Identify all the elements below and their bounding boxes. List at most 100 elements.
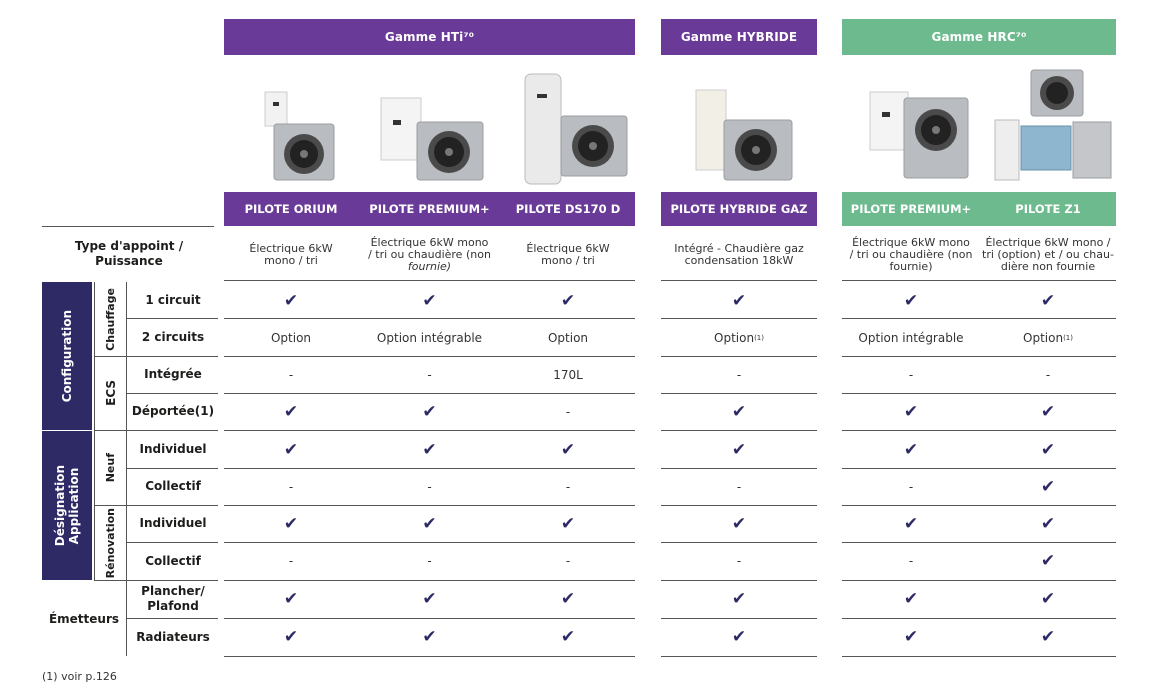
check-icon: ✔: [358, 431, 501, 468]
cell-value: Option (1): [1023, 330, 1073, 345]
appoint-line: mono / tri: [264, 254, 318, 267]
divider: [842, 280, 1116, 281]
check-icon-glyph: ✔: [903, 589, 919, 609]
divider: [94, 580, 218, 581]
check-icon-glyph: ✔: [903, 439, 919, 460]
check-icon-glyph: ✔: [283, 439, 299, 460]
cell-value: -: [908, 479, 914, 494]
check-icon-glyph: ✔: [283, 290, 299, 311]
cell-value: -: [565, 554, 571, 568]
subgroup-neuf-label: Neuf: [104, 453, 117, 483]
row-label: Individuel: [139, 516, 207, 530]
product-image-pilote-hybride-gaz: [672, 60, 812, 188]
section-designation-line: Application: [67, 467, 81, 544]
row-label-text: Plancher/ Plafond: [141, 584, 205, 613]
check-icon-glyph: ✔: [1040, 290, 1056, 311]
check-icon: ✔: [358, 282, 501, 319]
check-icon-glyph: ✔: [1040, 476, 1056, 497]
check-icon: ✔: [842, 393, 980, 431]
check-icon-glyph: ✔: [560, 627, 576, 647]
cell-value: -: [288, 367, 294, 382]
check-icon-glyph: ✔: [1040, 627, 1056, 647]
cell-value: -: [565, 479, 571, 494]
divider: [42, 226, 214, 227]
cell-value: Option (1): [714, 330, 764, 345]
appoint-line: fournie): [889, 260, 933, 273]
check-icon: ✔: [224, 505, 358, 542]
check-icon-glyph: ✔: [731, 513, 747, 534]
divider: [661, 280, 817, 281]
subgroup-neuf: Neuf: [96, 432, 126, 504]
group-header-hti: Gamme HTi⁷⁰: [224, 19, 635, 55]
appoint-cell: Électrique 6kW mono / tri: [501, 230, 635, 280]
model-header-pilote-z1: PILOTE Z1: [980, 192, 1116, 226]
model-header-pilote-hybride-gaz: PILOTE HYBRIDE GAZ: [661, 192, 817, 226]
divider: [661, 656, 817, 657]
row-label: Intégrée: [144, 367, 202, 381]
cell-value: Option intégrable: [858, 330, 964, 345]
section-emetteurs: Émetteurs: [48, 611, 120, 626]
check-icon: ✔: [358, 618, 501, 656]
check-icon: ✔: [358, 580, 501, 618]
divider: [224, 280, 635, 281]
divider: [126, 393, 218, 394]
check-icon: ✔: [980, 431, 1116, 468]
cell-value: -: [288, 479, 294, 494]
check-icon: ✔: [358, 505, 501, 542]
check-icon-glyph: ✔: [283, 402, 299, 422]
check-icon-glyph: ✔: [903, 290, 919, 311]
check-icon: ✔: [661, 282, 817, 319]
check-icon-glyph: ✔: [422, 627, 437, 647]
check-icon: ✔: [661, 618, 817, 656]
divider: [126, 282, 127, 656]
product-image-pilote-orium: [230, 60, 360, 188]
check-icon-glyph: ✔: [1040, 402, 1056, 422]
appoint-label: Type d'appoint / Puissance: [74, 239, 184, 268]
group-header-hrc: Gamme HRC⁷⁰: [842, 19, 1116, 55]
appoint-cell: Électrique 6kW mono / tri ou chaudière (n…: [358, 230, 501, 280]
cell-value: -: [908, 367, 914, 382]
check-icon-glyph: ✔: [283, 627, 299, 647]
appoint-line: fournie): [407, 260, 452, 273]
check-icon: ✔: [501, 580, 635, 618]
cell-value: -: [565, 405, 571, 419]
model-header-pilote-premium: PILOTE PREMIUM+: [358, 192, 501, 226]
divider: [126, 542, 218, 543]
check-icon-glyph: ✔: [1040, 589, 1056, 609]
check-icon-glyph: ✔: [731, 439, 747, 460]
check-icon: ✔: [980, 282, 1116, 319]
check-icon-glyph: ✔: [560, 290, 576, 311]
cell-value: -: [908, 554, 914, 568]
model-header-pilote-premium-hrc: PILOTE PREMIUM+: [842, 192, 980, 226]
check-icon-glyph: ✔: [560, 589, 576, 609]
row-label: Collectif: [145, 479, 201, 493]
section-designation-line: Désignation: [53, 464, 67, 547]
check-icon: ✔: [842, 505, 980, 542]
cell-value: -: [736, 479, 742, 494]
cell-value: -: [736, 554, 742, 568]
subgroup-ecs: ECS: [96, 356, 126, 430]
divider: [94, 356, 126, 357]
divider: [94, 430, 218, 431]
row-label: Plancher/ Plafond: [128, 580, 218, 618]
check-icon: ✔: [980, 618, 1116, 656]
check-icon-glyph: ✔: [1040, 513, 1056, 534]
cell-value: -: [736, 367, 742, 382]
check-icon: ✔: [501, 431, 635, 468]
subgroup-renovation-label: Rénovation: [104, 507, 117, 579]
appoint-line: dière non fournie: [1000, 260, 1096, 273]
check-icon-glyph: ✔: [903, 402, 919, 422]
appoint-line: mono / tri: [541, 254, 595, 267]
subgroup-chauffage-label: Chauffage: [104, 287, 117, 351]
cell-value: Option intégrable: [376, 330, 483, 345]
product-image-pilote-premium: [364, 60, 494, 188]
section-designation: Désignation Application: [42, 430, 92, 580]
divider: [94, 282, 95, 580]
cell-value: 170L: [553, 367, 583, 382]
check-icon-glyph: ✔: [560, 439, 576, 460]
row-label: 2 circuits: [141, 330, 205, 344]
divider: [126, 505, 218, 506]
row-label: 1 circuit: [145, 293, 201, 307]
check-icon: ✔: [224, 282, 358, 319]
check-icon: ✔: [980, 580, 1116, 618]
